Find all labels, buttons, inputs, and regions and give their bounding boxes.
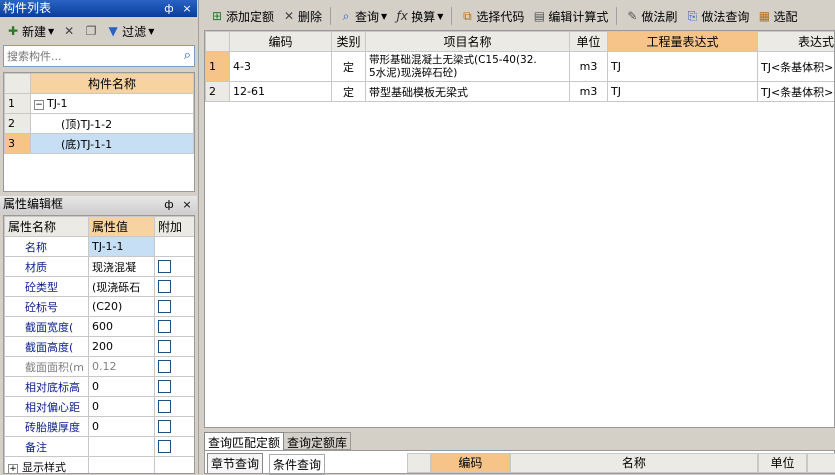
query-button[interactable]: ⌕查询▼ (336, 6, 390, 26)
collapse-icon[interactable]: − (34, 100, 44, 110)
extra-checkbox[interactable] (158, 400, 171, 413)
convert-button[interactable]: ƒx换算▼ (392, 6, 446, 26)
component-list-title: 构件列表 (3, 1, 51, 15)
tree-row-selected[interactable]: 3 (底)TJ-1-1 (5, 134, 194, 154)
search-input[interactable] (4, 46, 169, 66)
magnifier-icon: ⌕ (339, 9, 353, 23)
extra-checkbox[interactable] (158, 340, 171, 353)
props-grid: 属性名称 属性值 附加 名称TJ-1-1 材质现浇混凝 砼类型(现浇砾石 砼标号… (3, 215, 195, 474)
dropdown-arrow-icon: ▼ (48, 27, 54, 36)
copy-component-button[interactable]: ❐ (81, 21, 101, 41)
result-col-code[interactable]: 编码 (431, 453, 510, 473)
bottom-tab-bar: 查询匹配定额 查询定额库 (204, 432, 835, 450)
prop-row: 材质现浇混凝 (5, 257, 195, 277)
component-toolbar: ✚ 新建 ▼ ✕ ❐ ▼ 过滤 ▼ (0, 19, 197, 43)
props-header-value: 属性值 (89, 217, 155, 237)
add-quota-button[interactable]: ⊞添加定额 (207, 6, 277, 26)
close-icon[interactable]: × (180, 196, 194, 213)
add-quota-icon: ⊞ (210, 9, 224, 23)
tab-query-library[interactable]: 查询定额库 (284, 432, 351, 450)
prop-row: 名称TJ-1-1 (5, 237, 195, 257)
prop-row: 截面高度(200 (5, 337, 195, 357)
component-tree: 构件名称 1 −TJ-1 2 (顶)TJ-1-2 3 (底)TJ-1-1 (3, 72, 195, 192)
result-col-name[interactable]: 名称 (510, 453, 758, 473)
extra-checkbox[interactable] (158, 300, 171, 313)
dropdown-arrow-icon: ▼ (148, 27, 154, 36)
subtab-condition[interactable]: 条件查询 (269, 454, 325, 475)
prop-row: 截面面积(m0.12 (5, 357, 195, 377)
extra-checkbox[interactable] (158, 420, 171, 433)
tree-row[interactable]: 1 −TJ-1 (5, 94, 194, 114)
pin-icon[interactable]: ф (162, 196, 176, 213)
edit-formula-button[interactable]: ▤编辑计算式 (529, 6, 611, 26)
delete-icon: ✕ (62, 24, 76, 38)
tab-query-matching[interactable]: 查询匹配定额 (204, 432, 284, 450)
toolbar-separator (451, 7, 452, 25)
props-title-bar: 属性编辑框 ф × (0, 196, 197, 213)
col-quantity-expr[interactable]: 工程量表达式 (608, 32, 758, 52)
dropdown-arrow-icon: ▼ (381, 12, 387, 21)
toolbar-separator (330, 7, 331, 25)
select-match-icon: ▦ (757, 9, 771, 23)
col-code[interactable]: 编码 (230, 32, 332, 52)
props-header-name: 属性名称 (5, 217, 89, 237)
extra-checkbox[interactable] (158, 380, 171, 393)
new-button[interactable]: ✚ 新建 ▼ (3, 21, 57, 41)
select-match-button[interactable]: ▦选配 (754, 6, 800, 26)
tree-header: 构件名称 (31, 74, 194, 94)
pin-icon[interactable]: ф (162, 0, 176, 17)
result-header: 编码 名称 单位 (407, 453, 835, 473)
col-name[interactable]: 项目名称 (366, 32, 570, 52)
delete-component-button[interactable]: ✕ (59, 21, 79, 41)
bottom-panel: 章节查询 条件查询 编码 名称 单位 (204, 450, 835, 474)
extra-checkbox[interactable] (158, 280, 171, 293)
brush-icon: ✎ (625, 9, 639, 23)
copy-icon: ❐ (84, 24, 98, 38)
tree-row[interactable]: 2 (顶)TJ-1-2 (5, 114, 194, 134)
method-query-icon: ⎘ (685, 9, 699, 23)
quota-grid: 编码 类别 项目名称 单位 工程量表达式 表达式 1 4-3 定 带形基础混凝土… (204, 30, 835, 428)
edit-formula-icon: ▤ (532, 9, 546, 23)
prop-row: 相对偏心距0 (5, 397, 195, 417)
prop-row: 相对底标高0 (5, 377, 195, 397)
prop-row: +显示样式 (5, 457, 195, 475)
delete-button[interactable]: ✕删除 (279, 6, 325, 26)
dropdown-arrow-icon: ▼ (437, 12, 443, 21)
select-code-button[interactable]: ⧉选择代码 (457, 6, 527, 26)
extra-checkbox[interactable] (158, 260, 171, 273)
delete-icon: ✕ (282, 9, 296, 23)
filter-button[interactable]: ▼ 过滤 ▼ (103, 21, 157, 41)
filter-icon: ▼ (106, 24, 120, 38)
subtab-chapter[interactable]: 章节查询 (207, 453, 263, 473)
search-box: ⌕ (3, 45, 195, 67)
toolbar-separator (616, 7, 617, 25)
main-toolbar: ⊞添加定额 ✕删除 ⌕查询▼ ƒx换算▼ ⧉选择代码 ▤编辑计算式 ✎做法刷 ⎘… (204, 4, 835, 28)
prop-row: 备注 (5, 437, 195, 457)
extra-checkbox[interactable] (158, 440, 171, 453)
method-query-button[interactable]: ⎘做法查询 (682, 6, 752, 26)
col-unit[interactable]: 单位 (570, 32, 608, 52)
prop-row: 砼类型(现浇砾石 (5, 277, 195, 297)
prop-row: 截面宽度(600 (5, 317, 195, 337)
panel-splitter[interactable] (198, 0, 203, 474)
expand-icon[interactable]: + (8, 464, 18, 474)
prop-row: 砖胎膜厚度0 (5, 417, 195, 437)
component-list-title-bar: 构件列表 ф × (0, 0, 197, 17)
col-expr[interactable]: 表达式 (758, 32, 835, 52)
close-icon[interactable]: × (180, 0, 194, 17)
result-col-unit[interactable]: 单位 (758, 453, 808, 473)
prop-row: 砼标号(C20) (5, 297, 195, 317)
extra-checkbox[interactable] (158, 320, 171, 333)
search-icon[interactable]: ⌕ (184, 48, 191, 63)
extra-checkbox[interactable] (158, 360, 171, 373)
select-code-icon: ⧉ (460, 9, 474, 23)
props-header-extra: 附加 (155, 217, 195, 237)
quota-row[interactable]: 1 4-3 定 带形基础混凝土无梁式(C15-40(32.5水泥)现浇碎石砼) … (206, 52, 835, 82)
method-brush-button[interactable]: ✎做法刷 (622, 6, 680, 26)
props-title: 属性编辑框 (3, 197, 63, 211)
quota-row[interactable]: 2 12-61 定 带型基础模板无梁式 m3 TJ TJ<条基体积> (206, 82, 835, 102)
new-component-icon: ✚ (6, 24, 20, 38)
col-type[interactable]: 类别 (332, 32, 366, 52)
formula-icon: ƒx (395, 9, 409, 23)
